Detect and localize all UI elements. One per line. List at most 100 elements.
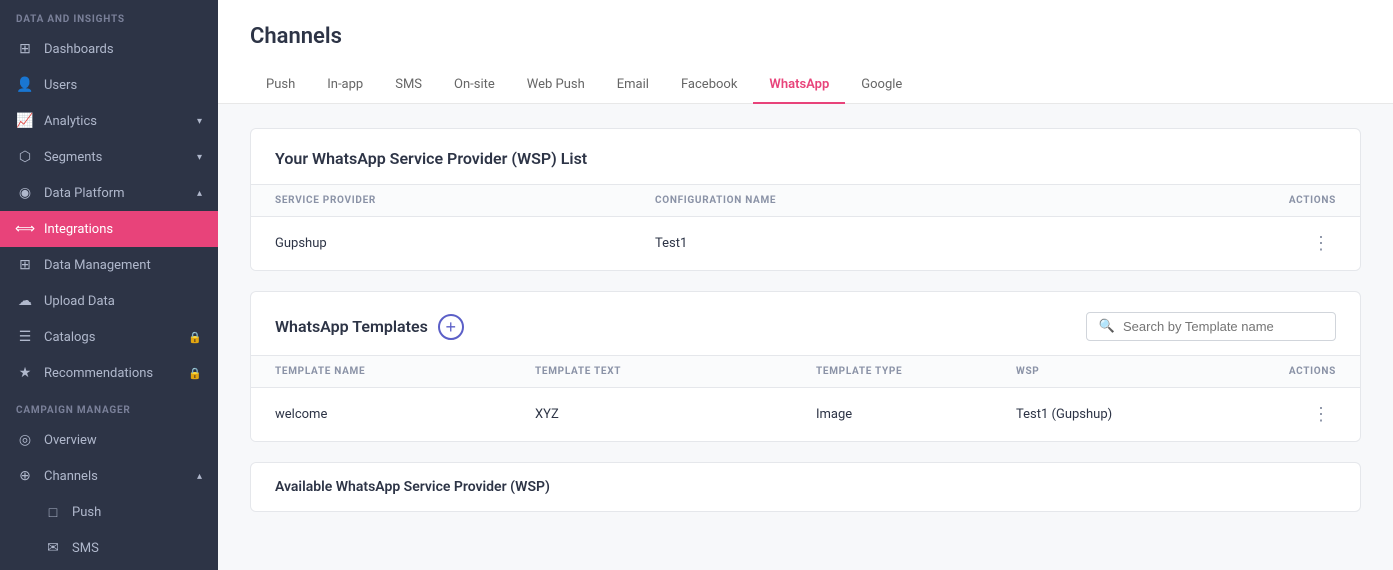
overview-icon: ◎ [16,431,34,449]
sidebar-item-recommendations[interactable]: ★ Recommendations 🔒 [0,355,218,391]
sidebar-item-label: Recommendations [44,366,153,381]
template-search-box[interactable]: 🔍 [1086,312,1336,341]
col-template-text-header: TEMPLATE TEXT [535,366,816,377]
cell-template-type: Image [816,407,1016,422]
sidebar-item-label: Push [72,505,101,520]
col-template-wsp-header: WSP [1016,366,1256,377]
tab-sms[interactable]: SMS [379,67,438,104]
push-icon: □ [44,503,62,521]
cell-template-name: welcome [275,407,535,422]
segments-icon: ⬡ [16,148,34,166]
col-template-name-header: TEMPLATE NAME [275,366,535,377]
templates-title: WhatsApp Templates + [275,314,464,340]
sidebar-item-dashboards[interactable]: ⊞ Dashboards [0,31,218,67]
analytics-icon: 📈 [16,112,34,130]
tab-push[interactable]: Push [250,67,311,104]
sidebar-item-label: Analytics [44,114,97,129]
upload-icon: ☁ [16,292,34,310]
lock-icon: 🔒 [188,367,202,380]
data-platform-icon: ◉ [16,184,34,202]
grid-icon: ⊞ [16,40,34,58]
sidebar-item-segments[interactable]: ⬡ Segments ▾ [0,139,218,175]
lock-icon: 🔒 [188,331,202,344]
tab-email[interactable]: Email [601,67,665,104]
wsp-list-card: Your WhatsApp Service Provider (WSP) Lis… [250,128,1361,271]
cell-template-actions: ⋮ [1256,402,1336,427]
sidebar-item-label: Data Platform [44,186,125,201]
data-management-icon: ⊞ [16,256,34,274]
sidebar-item-label: Users [44,78,77,93]
main-content: Channels Push In-app SMS On-site Web Pus… [218,0,1393,570]
sms-icon: ✉ [44,539,62,557]
chevron-down-icon: ▾ [197,116,202,127]
wsp-card-header: Your WhatsApp Service Provider (WSP) Lis… [251,129,1360,168]
tabs-nav: Push In-app SMS On-site Web Push Email F… [250,67,1361,103]
sidebar-item-upload-data[interactable]: ☁ Upload Data [0,283,218,319]
sidebar-item-web-push[interactable]: □ Web Push [0,566,218,570]
available-wsp-card: Available WhatsApp Service Provider (WSP… [250,462,1361,512]
sidebar-item-users[interactable]: 👤 Users [0,67,218,103]
cell-template-wsp: Test1 (Gupshup) [1016,407,1256,422]
sidebar-item-data-management[interactable]: ⊞ Data Management [0,247,218,283]
users-icon: 👤 [16,76,34,94]
sidebar-item-label: Catalogs [44,330,95,345]
sidebar-item-label: Channels [44,469,98,484]
tab-in-app[interactable]: In-app [311,67,379,104]
sidebar-item-analytics[interactable]: 📈 Analytics ▾ [0,103,218,139]
cell-template-text: XYZ [535,407,816,422]
cell-service: Gupshup [275,236,655,251]
sidebar: DATA AND INSIGHTS ⊞ Dashboards 👤 Users 📈… [0,0,218,570]
channels-icon: ⊕ [16,467,34,485]
chevron-up-icon: ▴ [197,188,202,199]
sidebar-item-label: SMS [72,541,99,556]
chevron-up-icon: ▴ [197,471,202,482]
templates-table-header: TEMPLATE NAME TEMPLATE TEXT TEMPLATE TYP… [251,355,1360,388]
table-row: Gupshup Test1 ⋮ [251,217,1360,270]
templates-card-header: WhatsApp Templates + 🔍 [251,292,1360,355]
template-search-input[interactable] [1123,319,1323,334]
integrations-icon: ⟺ [16,220,34,238]
sidebar-section-campaign: CAMPAIGN MANAGER [0,391,218,422]
sidebar-item-label: Integrations [44,222,113,237]
tab-web-push[interactable]: Web Push [511,67,601,104]
col-actions-header: ACTIONS [1256,195,1336,206]
sidebar-item-sms[interactable]: ✉ SMS [0,530,218,566]
sidebar-section-data-insights: DATA AND INSIGHTS [0,0,218,31]
content-area: Your WhatsApp Service Provider (WSP) Lis… [218,104,1393,570]
add-template-button[interactable]: + [438,314,464,340]
sidebar-item-data-platform[interactable]: ◉ Data Platform ▴ [0,175,218,211]
templates-card: WhatsApp Templates + 🔍 TEMPLATE NAME TEM… [250,291,1361,442]
sidebar-item-channels[interactable]: ⊕ Channels ▴ [0,458,218,494]
page-header: Channels Push In-app SMS On-site Web Pus… [218,0,1393,104]
chevron-down-icon: ▾ [197,152,202,163]
page-title: Channels [250,24,1361,49]
available-section-title: Available WhatsApp Service Provider (WSP… [251,463,1360,511]
sidebar-item-label: Segments [44,150,102,165]
tab-facebook[interactable]: Facebook [665,67,753,104]
col-template-type-header: TEMPLATE TYPE [816,366,1016,377]
recommendations-icon: ★ [16,364,34,382]
sidebar-item-label: Data Management [44,258,151,273]
wsp-table-header: SERVICE PROVIDER CONFIGURATION NAME ACTI… [251,184,1360,217]
sidebar-item-label: Upload Data [44,294,115,309]
sidebar-item-integrations[interactable]: ⟺ Integrations [0,211,218,247]
wsp-card-title: Your WhatsApp Service Provider (WSP) Lis… [275,149,1336,168]
template-row-actions-button[interactable]: ⋮ [1306,402,1336,427]
row-actions-button[interactable]: ⋮ [1306,231,1336,256]
cell-config: Test1 [655,236,1256,251]
tab-on-site[interactable]: On-site [438,67,511,104]
tab-google[interactable]: Google [845,67,918,104]
col-template-actions-header: ACTIONS [1256,366,1336,377]
template-row: welcome XYZ Image Test1 (Gupshup) ⋮ [251,388,1360,441]
sidebar-item-catalogs[interactable]: ☰ Catalogs 🔒 [0,319,218,355]
sidebar-item-push[interactable]: □ Push [0,494,218,530]
col-service-header: SERVICE PROVIDER [275,195,655,206]
col-config-header: CONFIGURATION NAME [655,195,1256,206]
sidebar-item-label: Overview [44,433,97,448]
cell-actions: ⋮ [1256,231,1336,256]
search-icon: 🔍 [1099,319,1115,334]
tab-whatsapp[interactable]: WhatsApp [753,67,845,104]
sidebar-item-overview[interactable]: ◎ Overview [0,422,218,458]
sidebar-item-label: Dashboards [44,42,114,57]
catalogs-icon: ☰ [16,328,34,346]
